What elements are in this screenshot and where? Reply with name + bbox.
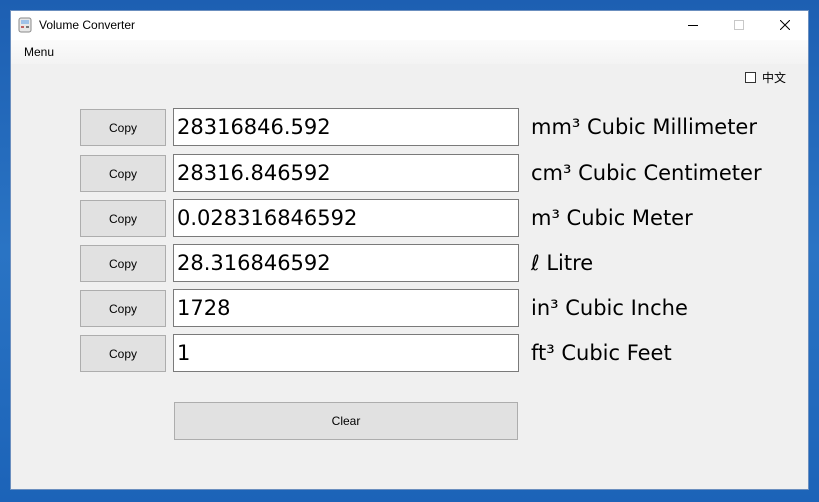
copy-button-litre[interactable]: Copy xyxy=(80,245,166,282)
copy-button-ft3[interactable]: Copy xyxy=(80,335,166,372)
value-input-cm3[interactable] xyxy=(173,154,519,192)
unit-label-m3: m³ Cubic Meter xyxy=(531,206,693,230)
close-button[interactable] xyxy=(762,11,808,40)
maximize-button[interactable] xyxy=(716,11,762,40)
copy-button-m3[interactable]: Copy xyxy=(80,200,166,237)
language-toggle[interactable]: 中文 xyxy=(745,69,786,86)
unit-label-in3: in³ Cubic Inche xyxy=(531,296,688,320)
copy-button-in3[interactable]: Copy xyxy=(80,290,166,327)
value-input-litre[interactable] xyxy=(173,244,519,282)
value-input-in3[interactable] xyxy=(173,289,519,327)
menu-item-menu[interactable]: Menu xyxy=(24,45,54,59)
app-icon xyxy=(18,17,32,33)
value-input-m3[interactable] xyxy=(173,199,519,237)
minimize-icon xyxy=(688,17,698,35)
close-icon xyxy=(779,17,791,35)
copy-button-cm3[interactable]: Copy xyxy=(80,155,166,192)
unit-label-litre: ℓ Litre xyxy=(531,251,594,275)
value-input-ft3[interactable] xyxy=(173,334,519,372)
unit-label-ft3: ft³ Cubic Feet xyxy=(531,341,672,365)
app-window: Volume Converter Menu 中文 Copy mm³ Cubic … xyxy=(10,10,809,490)
unit-label-cm3: cm³ Cubic Centimeter xyxy=(531,161,762,185)
language-checkbox[interactable] xyxy=(745,72,756,83)
maximize-icon xyxy=(734,17,744,35)
window-title: Volume Converter xyxy=(39,18,136,32)
value-input-mm3[interactable] xyxy=(173,108,519,146)
minimize-button[interactable] xyxy=(670,11,716,40)
menu-bar: Menu xyxy=(11,40,808,64)
title-bar[interactable]: Volume Converter xyxy=(11,11,808,40)
copy-button-mm3[interactable]: Copy xyxy=(80,109,166,146)
clear-button[interactable]: Clear xyxy=(174,402,518,440)
unit-label-mm3: mm³ Cubic Millimeter xyxy=(531,115,757,139)
language-label: 中文 xyxy=(762,71,787,85)
